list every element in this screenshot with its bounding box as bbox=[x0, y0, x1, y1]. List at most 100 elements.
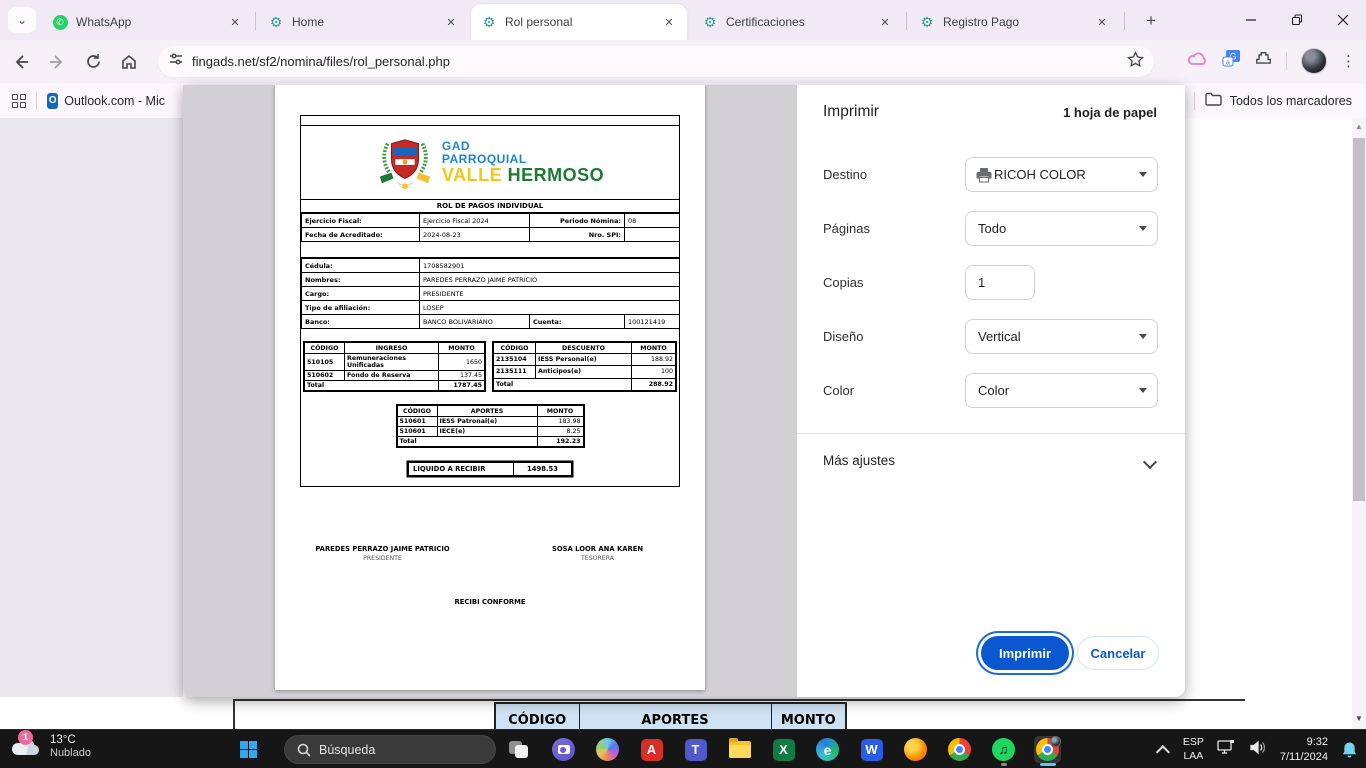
chevron-down-icon bbox=[1139, 172, 1147, 177]
weather-extension-icon[interactable] bbox=[1188, 51, 1208, 72]
liquido-value: 1498.53 bbox=[514, 463, 572, 476]
start-button[interactable] bbox=[240, 741, 257, 758]
tab-registro-pago[interactable]: ⚙ Registro Pago ✕ bbox=[909, 4, 1120, 40]
gad-logo: GAD PARROQUIAL VALLE HERMOSO bbox=[301, 126, 679, 200]
bookmark-star-icon[interactable] bbox=[1127, 51, 1144, 73]
omnibox[interactable]: fingads.net/sf2/nomina/files/rol_persona… bbox=[158, 46, 1154, 77]
afiliacion-label: Tipo de afiliación: bbox=[302, 301, 420, 315]
task-view-icon[interactable] bbox=[506, 736, 533, 763]
extensions-icon[interactable] bbox=[1255, 50, 1272, 72]
forward-icon[interactable] bbox=[42, 47, 72, 77]
home-icon[interactable] bbox=[114, 47, 144, 77]
acrobat-icon[interactable]: A bbox=[638, 736, 665, 763]
translate-icon[interactable]: Ga bbox=[1222, 49, 1241, 73]
taskbar-clock[interactable]: 9:32 7/11/2024 bbox=[1280, 735, 1328, 764]
scrollbar-thumb[interactable] bbox=[1353, 138, 1365, 501]
cargo-label: Cargo: bbox=[302, 287, 420, 301]
tab-label: Certificaciones bbox=[726, 15, 877, 29]
search-placeholder: Búsqueda bbox=[319, 743, 375, 757]
volume-icon[interactable] bbox=[1249, 740, 1267, 760]
profile-avatar[interactable] bbox=[1301, 48, 1327, 74]
scroll-up-icon[interactable]: ▲ bbox=[1352, 122, 1366, 131]
tab-search-button[interactable]: ⌄ bbox=[8, 7, 36, 33]
table-row: 510601 IECE(e) 8.25 bbox=[397, 427, 583, 437]
close-icon[interactable]: ✕ bbox=[661, 14, 677, 30]
chat-icon[interactable] bbox=[550, 736, 577, 763]
periodo-value: 08 bbox=[625, 214, 680, 228]
table-row: 510105 Remuneraciones Unificadas 1650 bbox=[305, 354, 485, 371]
tab-certificaciones[interactable]: ⚙ Certificaciones ✕ bbox=[692, 4, 903, 40]
restore-button[interactable] bbox=[1274, 0, 1320, 40]
language-indicator[interactable]: ESP LAA bbox=[1183, 736, 1204, 762]
pages-label: Páginas bbox=[823, 221, 870, 236]
signature-role: TESORERA bbox=[490, 555, 705, 562]
edge-icon[interactable]: e bbox=[814, 736, 841, 763]
tray-chevron-icon[interactable] bbox=[1156, 745, 1170, 759]
print-preview-pane: GAD PARROQUIAL VALLE HERMOSO ROL DE PAGO… bbox=[183, 85, 797, 697]
close-icon[interactable]: ✕ bbox=[227, 14, 243, 30]
tab-rol-personal[interactable]: ⚙ Rol personal ✕ bbox=[471, 4, 687, 40]
close-icon[interactable]: ✕ bbox=[1094, 14, 1110, 30]
close-icon[interactable]: ✕ bbox=[443, 14, 459, 30]
all-bookmarks-label[interactable]: Todos los marcadores bbox=[1230, 94, 1352, 108]
whatsapp-icon: ✆ bbox=[52, 14, 68, 30]
back-icon[interactable] bbox=[6, 47, 36, 77]
menu-icon[interactable]: ⋮ bbox=[1341, 52, 1356, 70]
pages-select[interactable]: Todo bbox=[965, 211, 1158, 246]
chevron-down-icon[interactable] bbox=[1143, 455, 1157, 469]
notification-bell-icon[interactable] bbox=[1341, 741, 1358, 759]
copilot-icon[interactable] bbox=[594, 736, 621, 763]
minimize-button[interactable] bbox=[1228, 0, 1274, 40]
destination-select[interactable]: RICOH COLOR bbox=[965, 157, 1158, 192]
cedula-label: Cédula: bbox=[302, 259, 420, 273]
excel-icon[interactable]: X bbox=[770, 736, 797, 763]
chrome-active-icon[interactable] bbox=[1034, 736, 1061, 763]
page-gutter bbox=[0, 118, 183, 697]
page-content: CÓDIGO APORTES MONTO ▲ ▼ bbox=[0, 118, 1366, 729]
tab-whatsapp[interactable]: ✆ WhatsApp ✕ bbox=[42, 4, 253, 40]
banco-value: BANCO BOLIVARIANO bbox=[420, 315, 530, 329]
tab-home[interactable]: ⚙ Home ✕ bbox=[258, 4, 469, 40]
copies-input[interactable] bbox=[965, 265, 1035, 300]
cancel-button[interactable]: Cancelar bbox=[1077, 636, 1159, 670]
word-icon[interactable]: W bbox=[858, 736, 885, 763]
chrome-icon[interactable] bbox=[946, 736, 973, 763]
bookmark-outlook[interactable]: O Outlook.com - Mic bbox=[47, 93, 165, 109]
folder-icon bbox=[1205, 92, 1222, 109]
color-select[interactable]: Color bbox=[965, 373, 1158, 408]
fingads-favicon: ⚙ bbox=[481, 14, 497, 30]
logo-valle: VALLE bbox=[442, 165, 502, 185]
apps-grid-icon[interactable] bbox=[12, 94, 26, 108]
outlook-icon: O bbox=[47, 93, 58, 109]
scroll-down-icon[interactable]: ▼ bbox=[1352, 714, 1366, 723]
tab-label: Registro Pago bbox=[943, 15, 1094, 29]
screen: ⌄ ✆ WhatsApp ✕ ⚙ Home ✕ ⚙ Rol personal ✕… bbox=[0, 0, 1366, 768]
table-row: 2135111 Anticipos(e) 100 bbox=[494, 366, 676, 378]
taskbar-weather-widget[interactable]: 1 13°C Nublado bbox=[10, 733, 91, 761]
more-settings-toggle[interactable]: Más ajustes bbox=[823, 453, 895, 468]
spi-label: Nro. SPI: bbox=[530, 228, 625, 242]
file-explorer-icon[interactable] bbox=[726, 736, 753, 763]
site-info-icon[interactable] bbox=[168, 51, 184, 72]
cuenta-label: Cuenta: bbox=[530, 315, 625, 329]
teams-icon[interactable]: T bbox=[682, 736, 709, 763]
taskbar: 1 13°C Nublado Búsqueda A T X e W ♫ bbox=[0, 729, 1366, 768]
spotify-icon[interactable]: ♫ bbox=[990, 736, 1017, 763]
background-table-border bbox=[233, 699, 235, 729]
print-button[interactable]: Imprimir bbox=[981, 636, 1069, 670]
new-tab-button[interactable]: + bbox=[1138, 8, 1164, 34]
firefox-icon[interactable] bbox=[902, 736, 929, 763]
network-icon[interactable] bbox=[1217, 739, 1236, 760]
page-scrollbar[interactable]: ▲ ▼ bbox=[1352, 118, 1366, 729]
tab-separator bbox=[255, 12, 256, 30]
print-settings-panel: Imprimir 1 hoja de papel Destino RICOH C… bbox=[797, 85, 1185, 697]
url-text[interactable]: fingads.net/sf2/nomina/files/rol_persona… bbox=[192, 54, 1127, 69]
weather-condition: Nublado bbox=[50, 747, 91, 761]
tab-label: WhatsApp bbox=[76, 15, 227, 29]
taskbar-search[interactable]: Búsqueda bbox=[284, 735, 496, 764]
reload-icon[interactable] bbox=[78, 47, 108, 77]
cuenta-value: 100121419 bbox=[625, 315, 680, 329]
close-window-button[interactable] bbox=[1320, 0, 1366, 40]
layout-select[interactable]: Vertical bbox=[965, 319, 1158, 354]
close-icon[interactable]: ✕ bbox=[877, 14, 893, 30]
